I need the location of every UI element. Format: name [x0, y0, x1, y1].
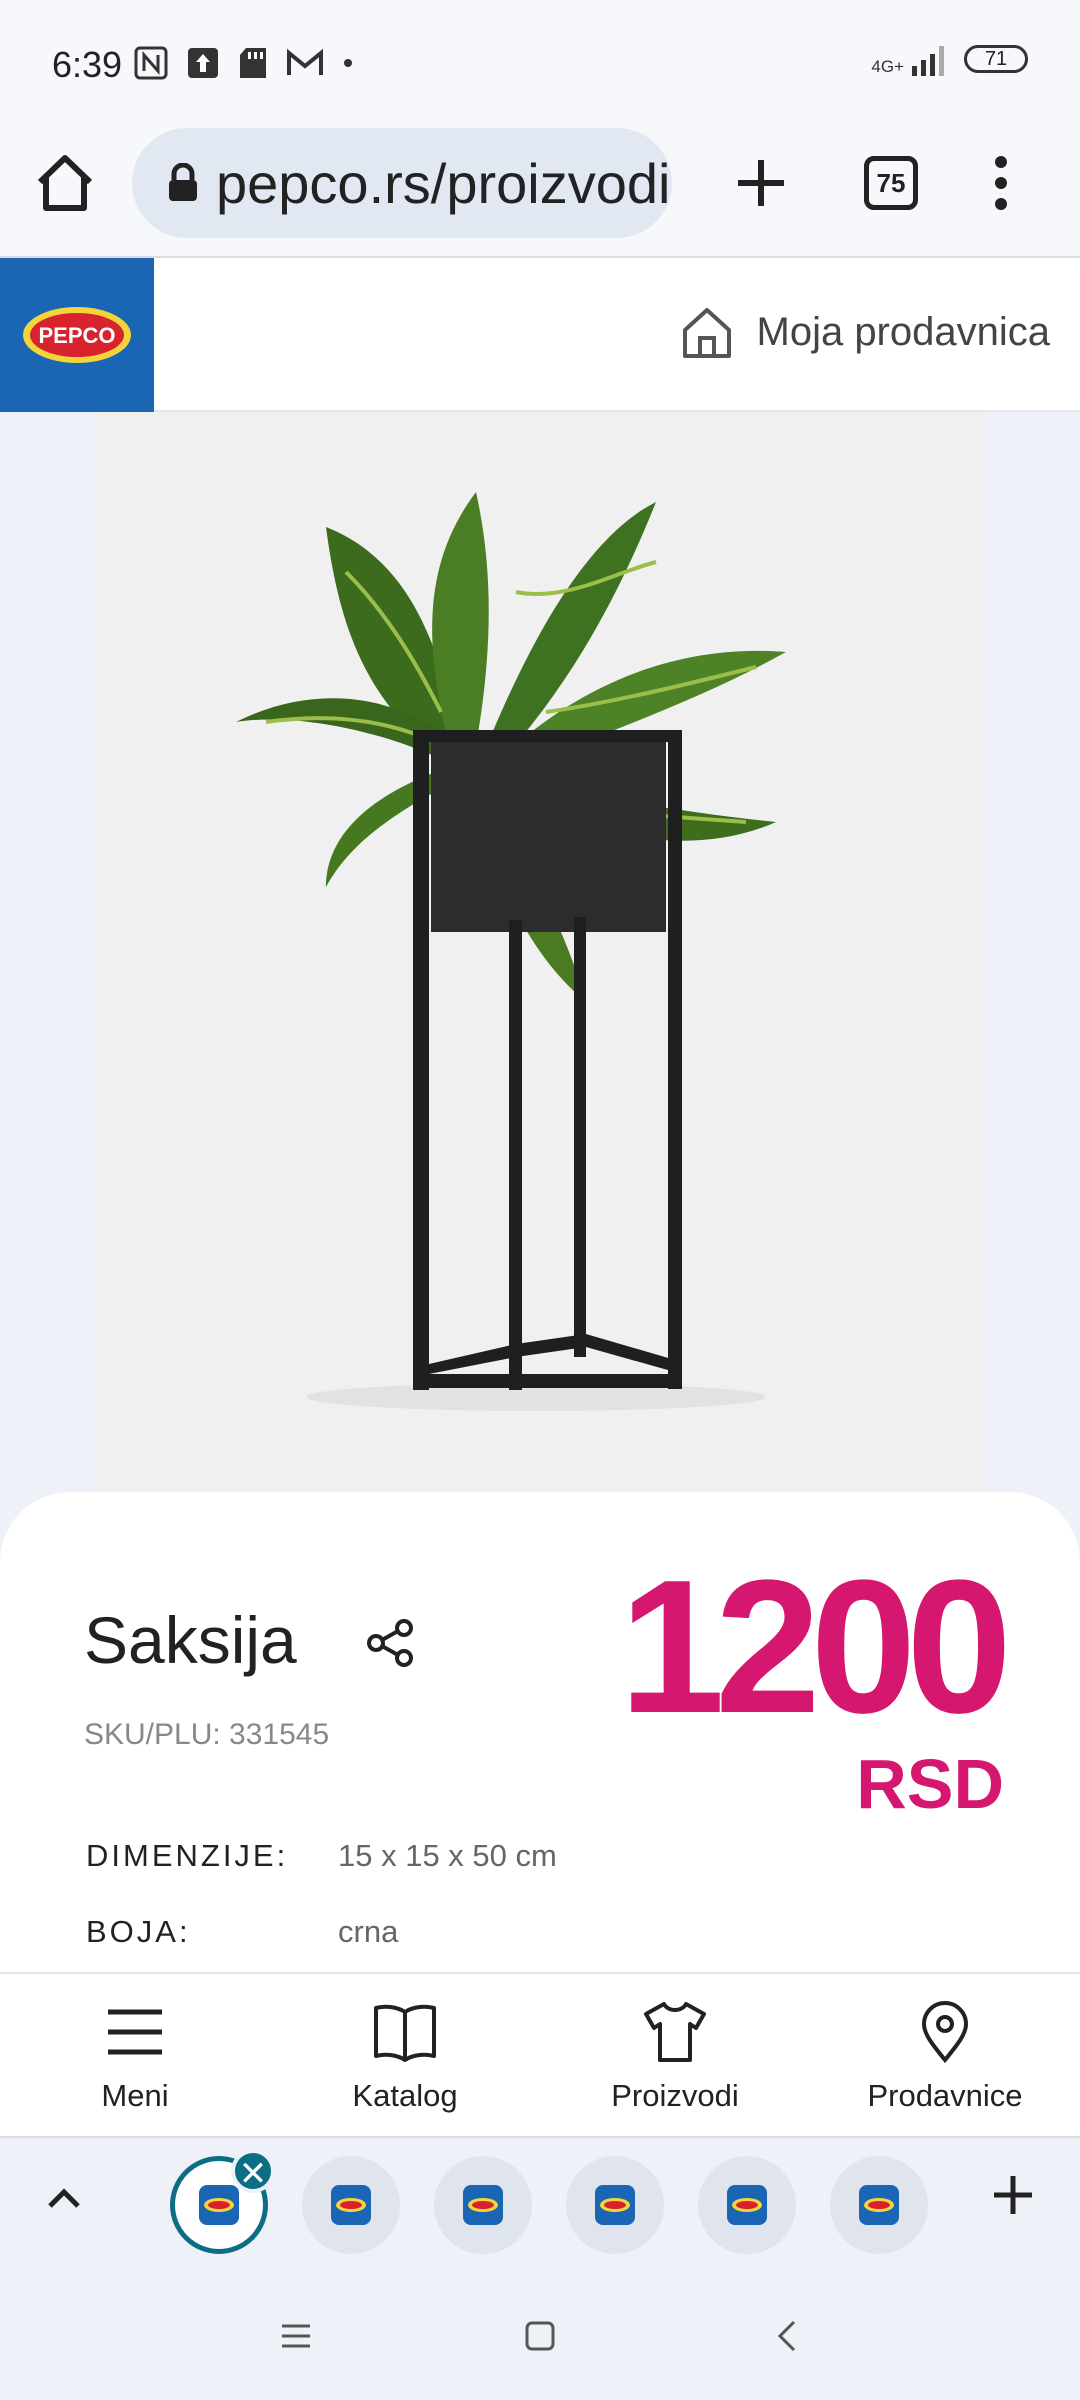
store-home-icon [682, 308, 731, 358]
sd-card-icon [240, 48, 266, 78]
network-type: 4G+ [871, 57, 904, 76]
price-currency: RSD [856, 1745, 1004, 1823]
nav-label-katalog: Katalog [352, 2078, 458, 2113]
signal-icon [912, 46, 944, 76]
nav-item-proizvodi[interactable]: Proizvodi [540, 1974, 810, 2136]
share-icon[interactable] [366, 1618, 416, 1668]
tab-item[interactable] [434, 2156, 532, 2254]
attr-value-color: crna [338, 1914, 399, 1949]
close-tab-icon[interactable]: ✕ [231, 2149, 275, 2193]
pot-box [431, 737, 666, 932]
browser-toolbar: pepco.rs/proizvodi 75 [0, 128, 1080, 258]
pepco-logo[interactable]: PEPCO [0, 258, 154, 412]
tab-item[interactable] [830, 2156, 928, 2254]
nav-item-meni[interactable]: Meni [0, 1974, 270, 2136]
nfc-icon [134, 46, 168, 80]
product-price: 1200 [619, 1541, 1012, 1753]
product-image[interactable] [96, 412, 986, 1492]
upload-icon [188, 48, 218, 78]
my-store-link[interactable]: Moja prodavnica [679, 304, 1051, 360]
address-bar[interactable]: pepco.rs/proizvodi [132, 128, 672, 238]
system-nav-bar [0, 2270, 1080, 2400]
battery-indicator: 71 [964, 45, 1028, 73]
recents-icon[interactable] [274, 2314, 318, 2358]
pepco-favicon-icon [727, 2185, 767, 2225]
tab-item[interactable] [566, 2156, 664, 2254]
tshirt-icon [644, 2002, 706, 2062]
hamburger-icon [108, 2009, 162, 2055]
lock-icon [169, 163, 197, 201]
pepco-favicon-icon [859, 2185, 899, 2225]
nav-item-katalog[interactable]: Katalog [270, 1974, 540, 2136]
tab-item[interactable] [698, 2156, 796, 2254]
my-store-label: Moja prodavnica [756, 309, 1051, 354]
pepco-favicon-icon [463, 2185, 503, 2225]
home-icon[interactable] [30, 148, 100, 218]
tab-item[interactable] [302, 2156, 400, 2254]
plant-stand-image [236, 492, 786, 1411]
back-icon[interactable] [766, 2314, 810, 2358]
product-sku: SKU/PLU: 331545 [84, 1718, 330, 1751]
attr-value-dimensions: 15 x 15 x 50 cm [338, 1838, 557, 1873]
tab-active[interactable]: ✕ [170, 2149, 275, 2254]
logo-text: PEPCO [38, 323, 115, 348]
site-bottom-nav: Meni Katalog Proizvodi Prodavnice [0, 1972, 1080, 2136]
status-bar: 6:39 4G+ 71 [0, 0, 1080, 128]
home-square-icon[interactable] [518, 2314, 562, 2358]
chevron-up-icon[interactable] [44, 2178, 84, 2218]
gmail-icon [287, 48, 323, 75]
menu-dots-icon[interactable] [986, 148, 1016, 218]
product-title: Saksija [84, 1603, 297, 1677]
status-right: 4G+ 71 [871, 42, 1028, 76]
site-header: PEPCO Moja prodavnica [0, 258, 1080, 412]
status-time: 6:39 [52, 44, 123, 85]
pepco-logo-graphic: PEPCO [23, 307, 131, 363]
tab-switcher-button[interactable]: 75 [864, 156, 918, 210]
pepco-favicon-icon [331, 2185, 371, 2225]
url-text: pepco.rs/proizvodi [216, 151, 671, 215]
new-tab-plus-icon[interactable] [726, 148, 796, 218]
status-icons [134, 46, 354, 80]
attr-label-dimensions: DIMENZIJE: [86, 1838, 289, 1873]
nav-label-prodavnice: Prodavnice [867, 2078, 1023, 2113]
nav-label-meni: Meni [101, 2078, 169, 2113]
location-pin-icon [921, 2001, 969, 2064]
add-tab-plus-icon[interactable] [990, 2172, 1036, 2218]
attr-label-color: BOJA: [86, 1914, 191, 1949]
pepco-favicon-icon [199, 2185, 239, 2225]
browser-tab-strip: ✕ [0, 2136, 1080, 2270]
product-info-card: Saksija SKU/PLU: 331545 1200 RSD DIMENZI… [0, 1492, 1080, 1972]
nav-item-prodavnice[interactable]: Prodavnice [810, 1974, 1080, 2136]
book-icon [374, 2004, 436, 2062]
pepco-favicon-icon [595, 2185, 635, 2225]
dot-icon [344, 59, 352, 67]
nav-label-proizvodi: Proizvodi [611, 2078, 739, 2113]
